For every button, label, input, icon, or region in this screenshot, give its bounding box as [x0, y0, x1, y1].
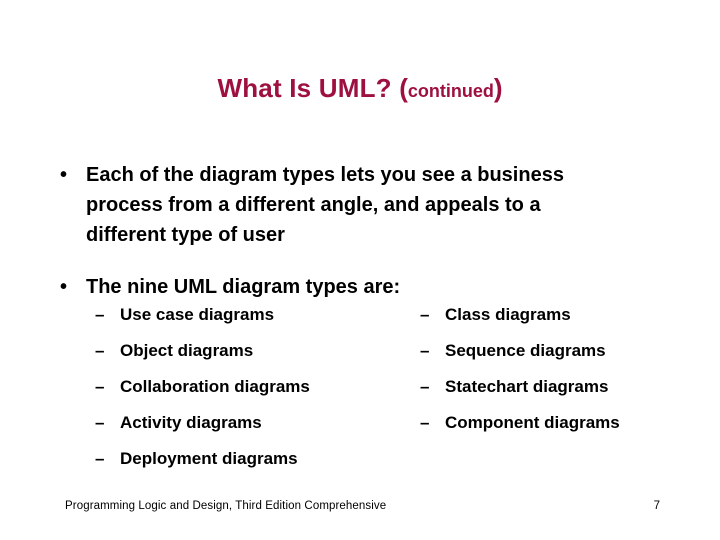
slide-footer: Programming Logic and Design, Third Edit… [0, 498, 720, 514]
dash-marker-icon: – [420, 341, 430, 360]
dash-marker-icon: – [95, 377, 105, 396]
bullet-marker-icon: • [60, 164, 68, 186]
dash-marker-icon: – [95, 305, 105, 324]
bullet-item: • The nine UML diagram types are: [0, 272, 720, 302]
list-item-label: Collaboration diagrams [120, 377, 310, 396]
list-item-label: Use case diagrams [120, 305, 275, 324]
list-item: – Statechart diagrams [420, 372, 710, 408]
list-item-label: Object diagrams [120, 341, 254, 360]
list-item: – Class diagrams [420, 300, 710, 336]
title-paren-close: ) [493, 73, 503, 103]
bullet-text: Each of the diagram types lets you see a… [86, 164, 564, 246]
footer-page-number: 7 [653, 500, 660, 512]
list-item: – Sequence diagrams [420, 336, 710, 372]
dash-marker-icon: – [420, 413, 430, 432]
title-main-text: What Is UML? [217, 73, 392, 103]
bullet-marker-icon: • [60, 276, 68, 298]
list-item-label: Deployment diagrams [120, 449, 298, 468]
list-item-label: Sequence diagrams [445, 341, 606, 360]
title-paren-open: ( [399, 73, 408, 103]
list-item: – Deployment diagrams [95, 444, 395, 480]
dash-marker-icon: – [95, 449, 105, 468]
list-item-label: Statechart diagrams [445, 377, 609, 396]
slide: What Is UML? (continued) • Each of the d… [0, 0, 720, 540]
bullet-item: • Each of the diagram types lets you see… [0, 160, 720, 250]
dash-marker-icon: – [420, 377, 430, 396]
dash-marker-icon: – [95, 341, 105, 360]
footer-book-title: Programming Logic and Design, Third Edit… [65, 500, 387, 512]
list-item-label: Activity diagrams [120, 413, 262, 432]
list-item: – Use case diagrams [95, 300, 395, 336]
list-item: – Activity diagrams [95, 408, 395, 444]
bullet-text: The nine UML diagram types are: [86, 276, 401, 298]
diagram-types-right-column: – Class diagrams – Sequence diagrams – S… [420, 300, 710, 444]
list-item-label: Class diagrams [445, 305, 571, 324]
list-item: – Collaboration diagrams [95, 372, 395, 408]
title-continued-text: continued [407, 81, 494, 101]
diagram-types-left-column: – Use case diagrams – Object diagrams – … [95, 300, 395, 480]
list-item-label: Component diagrams [445, 413, 620, 432]
dash-marker-icon: – [95, 413, 105, 432]
list-item: – Object diagrams [95, 336, 395, 372]
list-item: – Component diagrams [420, 408, 710, 444]
dash-marker-icon: – [420, 305, 430, 324]
slide-title: What Is UML? (continued) [0, 74, 720, 103]
